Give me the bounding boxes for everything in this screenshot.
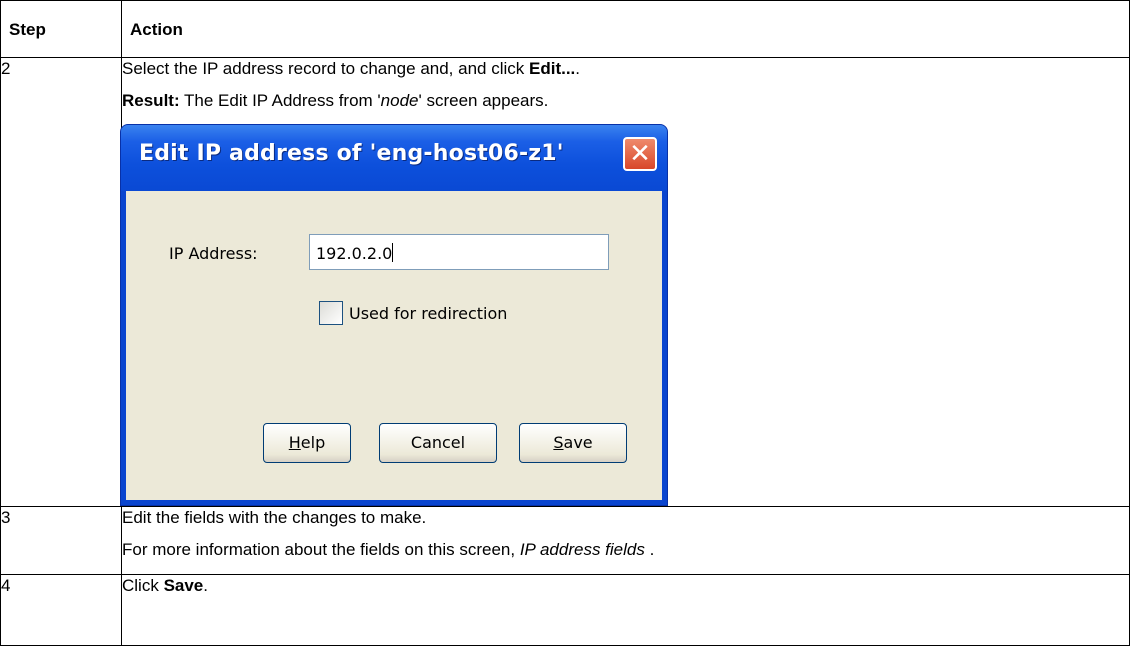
help-mnemonic: H	[288, 433, 301, 452]
action-cell: Click Save.	[121, 574, 1130, 646]
procedure-table: Step Action 2 Select the IP address reco…	[0, 0, 1130, 646]
dialog-titlebar[interactable]: Edit IP address of 'eng-host06-z1' ✕	[121, 125, 667, 191]
table-row: 3 Edit the fields with the changes to ma…	[0, 506, 1130, 575]
action-cell: Edit the fields with the changes to make…	[121, 506, 1130, 575]
close-button[interactable]: ✕	[623, 137, 657, 171]
action-header: Action	[121, 0, 1130, 58]
edit-emphasis: Edit...	[529, 59, 576, 78]
node-emphasis: node	[380, 91, 419, 110]
cancel-button[interactable]: Cancel	[379, 423, 497, 463]
help-label: elp	[300, 433, 326, 452]
header-row: Step Action	[0, 0, 1130, 58]
info-end: .	[644, 540, 655, 559]
ip-address-value: 192.0.2.0	[316, 244, 393, 263]
result-line: Result: The Edit IP Address from 'node' …	[122, 90, 1129, 122]
close-icon: ✕	[629, 139, 651, 169]
instruction-line: Select the IP address record to change a…	[122, 58, 1129, 90]
ip-address-label: IP Address:	[169, 244, 258, 263]
info-text: For more information about the fields on…	[122, 540, 520, 559]
ip-fields-reference: IP address fields	[519, 540, 645, 559]
edit-ip-dialog: Edit IP address of 'eng-host06-z1' ✕ IP …	[120, 124, 668, 506]
instruction-line: Edit the fields with the changes to make…	[122, 508, 427, 527]
result-label: Result:	[122, 91, 180, 110]
redirection-label[interactable]: Used for redirection	[349, 303, 507, 324]
ip-address-input[interactable]: 192.0.2.0	[309, 234, 609, 270]
result-text-end: ' screen appears.	[418, 91, 549, 110]
redirection-checkbox[interactable]	[319, 301, 343, 325]
instruction-text: Select the IP address record to change a…	[122, 59, 529, 78]
step-header: Step	[0, 0, 122, 58]
dialog-title: Edit IP address of 'eng-host06-z1'	[139, 141, 564, 166]
step-number: 2	[0, 57, 122, 507]
help-button[interactable]: Help	[263, 423, 351, 463]
instruction-end: .	[575, 59, 581, 78]
text-caret	[392, 243, 394, 262]
dialog-body: IP Address: 192.0.2.0 Used for redirecti…	[126, 191, 662, 500]
instruction-text: Click	[122, 576, 164, 595]
save-button[interactable]: Save	[519, 423, 627, 463]
result-text: The Edit IP Address from '	[179, 91, 381, 110]
save-label: ave	[563, 433, 593, 452]
step-number: 4	[0, 574, 122, 646]
action-cell: Select the IP address record to change a…	[120, 57, 1130, 507]
save-mnemonic: S	[553, 433, 564, 452]
step-number: 3	[0, 506, 122, 575]
info-line: For more information about the fields on…	[122, 539, 1129, 563]
save-emphasis: Save	[163, 576, 204, 595]
instruction-end: .	[203, 576, 208, 595]
table-row: 2 Select the IP address record to change…	[0, 57, 1130, 507]
table-row: 4 Click Save.	[0, 574, 1130, 646]
